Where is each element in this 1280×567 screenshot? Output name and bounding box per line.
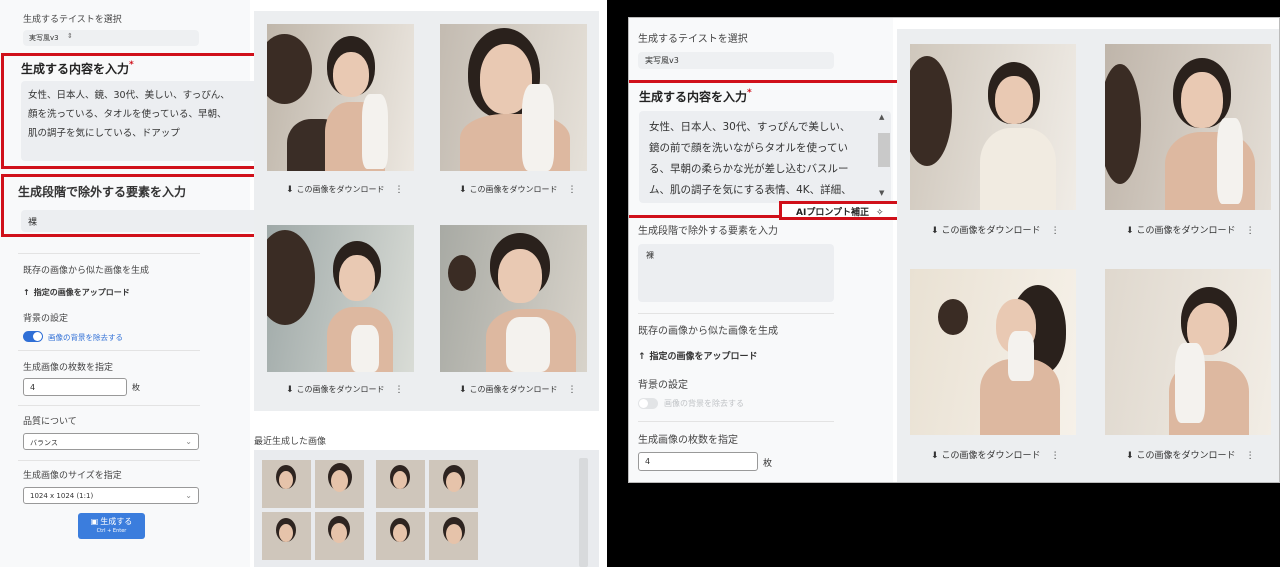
scroll-down-icon: ▼ [879, 189, 885, 197]
size-select[interactable]: 1024 x 1024 (1:1) ⌄ [23, 487, 199, 504]
download-button[interactable]: ⬇ この画像をダウンロード ⋮ [1126, 223, 1255, 236]
recent-label: 最近生成した画像 [254, 437, 327, 447]
taste-label: 生成するテイストを選択 [638, 34, 748, 45]
download-icon: ⬇ [459, 385, 467, 395]
download-button[interactable]: ⬇ この画像をダウンロード ⋮ [1126, 448, 1255, 461]
upload-link[interactable]: ↑ 指定の画像をアップロード [23, 287, 130, 298]
chevron-down-icon: ⌄ [185, 491, 192, 500]
chevron-updown-icon: ⇕ [67, 32, 73, 40]
download-button[interactable]: ⬇ この画像をダウンロード ⋮ [931, 448, 1060, 461]
upload-link[interactable]: ↑ 指定の画像をアップロード [638, 349, 758, 362]
recent-thumbnail[interactable] [429, 460, 478, 508]
divider [638, 313, 834, 314]
negative-textarea[interactable]: 裸 [638, 244, 834, 302]
download-button[interactable]: ⬇ この画像をダウンロード ⋮ [286, 184, 404, 195]
download-button[interactable]: ⬇ この画像をダウンロード ⋮ [931, 223, 1060, 236]
negative-textarea[interactable]: 裸 [21, 210, 258, 232]
generated-image[interactable] [267, 24, 414, 171]
divider [18, 405, 200, 406]
more-options-icon: ⋮ [567, 385, 577, 395]
bg-label: 背景の設定 [638, 380, 688, 391]
recent-thumbnail[interactable] [262, 460, 311, 508]
download-icon: ⬇ [931, 226, 939, 236]
similar-label: 既存の画像から似た画像を生成 [638, 326, 778, 337]
divider [18, 460, 200, 461]
recent-thumbnail[interactable] [315, 460, 364, 508]
download-button[interactable]: ⬇ この画像をダウンロード ⋮ [459, 184, 577, 195]
download-icon: ⬇ [1126, 226, 1134, 236]
download-icon: ⬇ [286, 185, 294, 195]
generated-image[interactable] [267, 225, 414, 372]
bg-label: 背景の設定 [23, 314, 69, 324]
bg-toggle-label: 画像の背景を除去する [48, 333, 123, 342]
download-icon: ⬇ [931, 451, 939, 461]
similar-label: 既存の画像から似た画像を生成 [23, 266, 150, 276]
bg-remove-toggle[interactable] [23, 331, 43, 342]
quality-label: 品質について [23, 417, 77, 427]
more-options-icon: ⋮ [1050, 226, 1060, 236]
download-icon: ⬇ [286, 385, 294, 395]
recent-thumbnail[interactable] [315, 512, 364, 560]
more-options-icon: ⋮ [1050, 451, 1060, 461]
taste-label: 生成するテイストを選択 [23, 15, 122, 25]
negative-label: 生成段階で除外する要素を入力 [18, 185, 187, 199]
ai-prompt-button[interactable]: AIプロンプト補正 ✧ [779, 201, 906, 220]
generated-image[interactable] [1105, 269, 1271, 435]
bg-remove-toggle[interactable] [638, 398, 658, 409]
recent-thumbnail[interactable] [376, 512, 425, 560]
generated-image[interactable] [1105, 44, 1271, 210]
sparkle-icon: ✧ [876, 208, 884, 218]
more-options-icon: ⋮ [1245, 226, 1255, 236]
download-button[interactable]: ⬇ この画像をダウンロード ⋮ [286, 384, 404, 395]
negative-label: 生成段階で除外する要素を入力 [638, 226, 778, 237]
more-options-icon: ⋮ [394, 385, 404, 395]
count-input[interactable]: 4 [23, 378, 127, 396]
generated-image[interactable] [440, 24, 587, 171]
scroll-up-icon: ▲ [879, 113, 885, 121]
generated-image[interactable] [910, 44, 1076, 210]
generated-image[interactable] [910, 269, 1076, 435]
taste-select[interactable]: 実写風v3 [638, 52, 834, 69]
divider [638, 421, 834, 422]
count-input[interactable]: 4 [638, 452, 758, 471]
download-button[interactable]: ⬇ この画像をダウンロード ⋮ [459, 384, 577, 395]
bg-toggle-label: 画像の背景を除去する [664, 399, 744, 408]
recent-thumbnail[interactable] [262, 512, 311, 560]
quality-select[interactable]: バランス ⌄ [23, 433, 199, 450]
textarea-scrollbar[interactable]: ▲ ▼ [877, 113, 890, 199]
content-label: 生成する内容を入力* [21, 60, 134, 76]
size-label: 生成画像のサイズを指定 [23, 471, 122, 481]
taste-select[interactable]: 実写風v3 ⇕ [23, 30, 199, 46]
recent-thumbnail[interactable] [376, 460, 425, 508]
right-app-screenshot: 生成するテイストを選択 実写風v3 生成する内容を入力* 女性、日本人、30代、… [628, 17, 1280, 483]
count-unit: 枚 [132, 383, 140, 392]
more-options-icon: ⋮ [567, 185, 577, 195]
chevron-down-icon: ⌄ [185, 437, 192, 446]
count-label: 生成画像の枚数を指定 [638, 435, 738, 446]
divider [18, 350, 200, 351]
download-icon: ⬇ [459, 185, 467, 195]
count-label: 生成画像の枚数を指定 [23, 363, 114, 373]
upload-icon: ↑ [638, 352, 646, 362]
content-textarea[interactable]: 女性、日本人、30代、すっぴんで美しい、 鏡の前で顔を洗いながらタオルを使ってい… [639, 111, 891, 203]
count-unit: 枚 [763, 459, 773, 469]
generated-image[interactable] [440, 225, 587, 372]
recent-thumbnail[interactable] [429, 512, 478, 560]
image-icon: ▣ [90, 517, 99, 526]
content-label: 生成する内容を入力* [639, 88, 752, 104]
upload-icon: ↑ [23, 288, 30, 297]
divider [18, 253, 200, 254]
more-options-icon: ⋮ [1245, 451, 1255, 461]
left-app-screenshot: 生成するテイストを選択 実写風v3 ⇕ 生成する内容を入力* 女性、日本人、鏡、… [0, 0, 607, 567]
more-options-icon: ⋮ [394, 185, 404, 195]
content-textarea[interactable]: 女性、日本人、鏡、30代、美しい、すっぴん、 顔を洗っている、タオルを使っている… [21, 81, 258, 161]
generate-button[interactable]: ▣ 生成する Ctrl + Enter [78, 513, 145, 539]
recent-scrollbar[interactable] [579, 458, 588, 567]
download-icon: ⬇ [1126, 451, 1134, 461]
